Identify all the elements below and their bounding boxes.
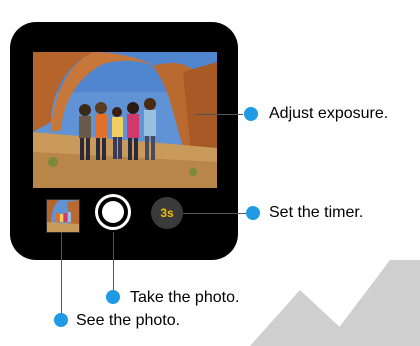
shutter-button-icon xyxy=(102,201,124,223)
timer-callout-dot xyxy=(246,206,260,220)
timer-callout-label: Set the timer. xyxy=(269,204,364,221)
shutter-button[interactable] xyxy=(95,194,131,230)
take-photo-leader-line xyxy=(113,232,114,290)
exposure-callout-label: Adjust exposure. xyxy=(269,105,389,122)
take-photo-callout-dot xyxy=(106,290,120,304)
exposure-callout-dot xyxy=(244,107,258,121)
see-photo-leader-line xyxy=(61,232,62,314)
camera-viewfinder[interactable] xyxy=(33,52,217,188)
timer-leader-line xyxy=(183,213,246,214)
viewfinder-image xyxy=(33,52,217,188)
photo-thumbnail-icon xyxy=(47,200,79,232)
see-photo-callout-dot xyxy=(54,313,68,327)
take-photo-callout-label: Take the photo. xyxy=(130,289,240,306)
exposure-leader-line xyxy=(195,114,243,115)
see-photo-callout-label: See the photo. xyxy=(76,312,181,329)
photo-thumbnail[interactable] xyxy=(46,199,80,233)
timer-button[interactable]: 3s xyxy=(151,197,183,229)
